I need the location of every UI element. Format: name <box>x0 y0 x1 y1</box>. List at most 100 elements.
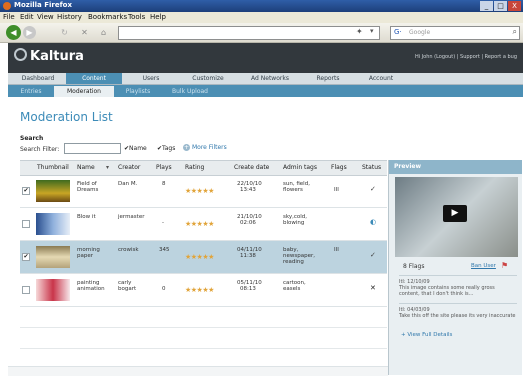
col-flags[interactable]: Flags <box>331 164 347 171</box>
entry-name[interactable]: Field of Dreams <box>77 181 111 193</box>
subtab-entries[interactable]: Entries <box>12 86 50 97</box>
table-header: Thumbnail Name ▾ Creator Plays Rating Cr… <box>20 160 387 176</box>
entry-plays: 0 <box>162 286 166 292</box>
view-full-details-link[interactable]: + View Full Details <box>401 332 452 338</box>
subtab-moderation[interactable]: Moderation <box>54 86 114 97</box>
navigation-toolbar: ◀ ▶ ↻ ✕ ⌂ ✦ ▾ G· Google ⌕ <box>0 23 523 43</box>
menu-bookmarks[interactable]: Bookmarks <box>88 13 127 21</box>
thumbnail-image[interactable] <box>36 213 70 235</box>
entry-time: 11:38 <box>240 253 256 259</box>
thumbnail-image[interactable] <box>36 279 70 301</box>
forward-icon[interactable]: ▶ <box>23 26 36 39</box>
plus-icon: + <box>183 144 190 151</box>
entry-creator: Dan M. <box>118 181 138 187</box>
flag-icon: ⚑ <box>501 261 509 270</box>
thumbnail-image[interactable] <box>36 180 70 202</box>
subtab-bulk-upload[interactable]: Bulk Upload <box>162 86 218 97</box>
col-name[interactable]: Name <box>77 164 95 171</box>
entry-time: 13:43 <box>240 187 256 193</box>
table-row[interactable]: painting animation carly bogart 0 ★★★★★ … <box>20 274 387 307</box>
window-title: Mozilla Firefox <box>14 1 72 9</box>
home-icon[interactable]: ⌂ <box>97 26 110 39</box>
maximize-button[interactable]: □ <box>494 1 507 11</box>
status-approved-icon: ✓ <box>370 251 376 259</box>
tab-users[interactable]: Users <box>126 73 176 84</box>
browser-search-box[interactable]: G· Google ⌕ <box>390 26 520 40</box>
empty-row <box>20 307 387 328</box>
name-checkbox[interactable]: ✔Name <box>124 145 147 152</box>
play-icon[interactable]: ▶ <box>443 205 467 222</box>
url-dropdown-icon[interactable]: ▾ <box>370 27 374 35</box>
table-row[interactable]: Blow it jermaster - ★★★★★ 21/10/10 02:06… <box>20 208 387 241</box>
preview-header: Preview <box>389 160 522 174</box>
stop-icon[interactable]: ✕ <box>78 26 91 39</box>
flag-entry-text: This image contains some really gross co… <box>399 285 495 297</box>
thumbnail-image[interactable] <box>36 246 70 268</box>
video-player[interactable]: ▶ <box>395 177 518 257</box>
menu-tools[interactable]: Tools <box>128 13 145 21</box>
sort-chevron-icon[interactable]: ▾ <box>106 164 109 171</box>
entry-plays: 345 <box>159 247 170 253</box>
menu-help[interactable]: Help <box>150 13 166 21</box>
entry-flags: III <box>334 187 339 193</box>
entry-name[interactable]: painting animation <box>77 280 113 292</box>
menu-edit[interactable]: Edit <box>20 13 34 21</box>
search-icon[interactable]: ⌕ <box>513 27 517 37</box>
rating-stars: ★★★★★ <box>185 187 214 195</box>
row-checkbox[interactable]: ✔ <box>22 253 30 261</box>
search-section-label: Search <box>20 135 44 142</box>
bookmark-star-icon[interactable]: ✦ <box>356 27 363 36</box>
row-checkbox[interactable] <box>22 220 30 228</box>
table-row[interactable]: ✔ Field of Dreams Dan M. 8 ★★★★★ 22/10/1… <box>20 175 387 208</box>
entry-creator: jermaster <box>118 214 145 220</box>
tags-checkbox[interactable]: ✔Tags <box>157 145 175 152</box>
entry-creator: crowisk <box>118 247 139 253</box>
close-button[interactable]: X <box>508 1 521 11</box>
tab-ad-networks[interactable]: Ad Networks <box>240 73 300 84</box>
ban-user-link[interactable]: Ban User <box>471 263 496 269</box>
user-links[interactable]: Hi John (Logout) | Support | Report a bu… <box>415 54 517 60</box>
tab-account[interactable]: Account <box>356 73 406 84</box>
entry-time: 08:13 <box>240 286 256 292</box>
main-tabs: Dashboard Content Users Customize Ad Net… <box>8 73 523 85</box>
search-engine-icon[interactable]: G· <box>394 28 402 36</box>
back-icon[interactable]: ◀ <box>6 25 21 40</box>
entry-name[interactable]: morning paper <box>77 247 111 259</box>
row-checkbox[interactable]: ✔ <box>22 187 30 195</box>
flag-entry-text: Take this off the site please its very i… <box>399 313 516 319</box>
entry-flags: III <box>334 247 339 253</box>
flag-entry: ItI: 12/10/09 This image contains some r… <box>399 275 517 297</box>
col-creator[interactable]: Creator <box>118 164 140 171</box>
entry-admin-tags: baby, newspaper, reading <box>283 247 315 265</box>
kaltura-logo-icon <box>14 48 27 61</box>
col-rating[interactable]: Rating <box>185 164 204 171</box>
table-row[interactable]: ✔ morning paper crowisk 345 ★★★★★ 04/11/… <box>20 241 387 274</box>
window-controls: _ □ X <box>480 1 521 11</box>
search-filter-label: Search Filter: <box>20 146 60 153</box>
url-bar[interactable] <box>118 26 380 40</box>
reload-icon[interactable]: ↻ <box>58 26 71 39</box>
tab-dashboard[interactable]: Dashboard <box>12 73 64 84</box>
minimize-button[interactable]: _ <box>480 1 493 11</box>
rating-stars: ★★★★★ <box>185 253 214 261</box>
subtab-playlists[interactable]: Playlists <box>116 86 160 97</box>
col-admin-tags[interactable]: Admin tags <box>283 164 317 171</box>
entry-admin-tags: sun, field, flowers <box>283 181 310 193</box>
menu-view[interactable]: View <box>37 13 54 21</box>
entry-admin-tags: cartoon, easels <box>283 280 306 292</box>
col-plays[interactable]: Plays <box>156 164 172 171</box>
tab-reports[interactable]: Reports <box>304 73 352 84</box>
search-filter-input[interactable] <box>64 143 121 154</box>
entry-creator: carly bogart <box>118 280 137 292</box>
more-filters-link[interactable]: + More Filters <box>183 144 227 151</box>
col-create-date[interactable]: Create date <box>234 164 269 171</box>
entry-name[interactable]: Blow it <box>77 214 111 220</box>
tab-content[interactable]: Content <box>66 73 122 84</box>
menu-history[interactable]: History <box>57 13 82 21</box>
menu-file[interactable]: File <box>3 13 15 21</box>
col-status[interactable]: Status <box>362 164 381 171</box>
sub-tabs: Entries Moderation Playlists Bulk Upload <box>8 85 523 97</box>
firefox-icon <box>3 2 11 10</box>
row-checkbox[interactable] <box>22 286 30 294</box>
tab-customize[interactable]: Customize <box>180 73 236 84</box>
